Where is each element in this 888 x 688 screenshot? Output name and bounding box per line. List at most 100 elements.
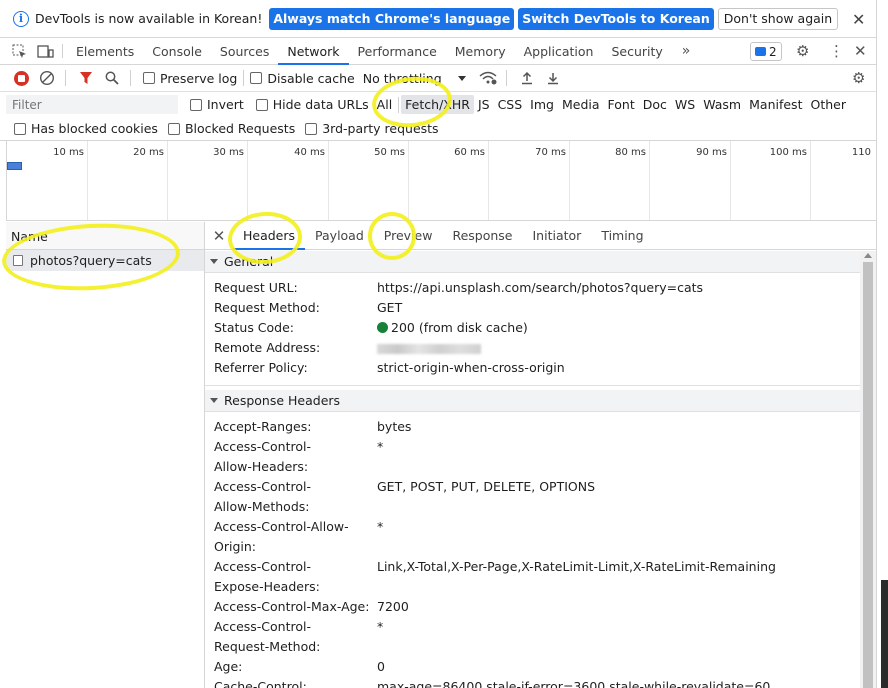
tab-initiator[interactable]: Initiator (523, 222, 592, 249)
headers-content[interactable]: General Request URL: https://api.unsplash… (205, 251, 860, 688)
filter-type-js[interactable]: JS (474, 95, 494, 114)
filter-type-other[interactable]: Other (806, 95, 850, 114)
filter-type-img[interactable]: Img (526, 95, 558, 114)
general-section-header[interactable]: General (205, 251, 860, 273)
filter-type-all[interactable]: All (373, 95, 397, 114)
divider (243, 70, 245, 86)
filter-bar-secondary: Has blocked cookies Blocked Requests 3rd… (0, 117, 876, 141)
always-match-language-button[interactable]: Always match Chrome's language (269, 7, 515, 30)
filter-type-manifest[interactable]: Manifest (745, 95, 806, 114)
gear-icon[interactable]: ⚙ (796, 42, 809, 60)
tab-application[interactable]: Application (515, 38, 603, 64)
close-icon[interactable]: ✕ (852, 10, 865, 29)
close-devtools-icon[interactable]: ✕ (854, 42, 867, 60)
tab-console[interactable]: Console (143, 38, 211, 64)
file-icon (13, 255, 23, 266)
request-details-panel: ✕ Headers Payload Preview Response Initi… (205, 222, 876, 688)
filter-type-css[interactable]: CSS (494, 95, 527, 114)
clear-icon[interactable] (35, 66, 59, 90)
redacted-address (377, 343, 481, 354)
header-row: Remote Address: (205, 338, 860, 358)
throttling-select[interactable]: No throttling (363, 71, 466, 86)
header-row: Age: 0 (214, 659, 385, 674)
inspect-element-icon[interactable] (6, 38, 32, 64)
header-row: Accept-Ranges: bytes (214, 419, 412, 434)
response-headers-section: Accept-Ranges: bytes Access-Control-Allow… (205, 412, 860, 688)
network-conditions-icon[interactable] (476, 66, 500, 90)
more-tabs-icon[interactable]: » (672, 38, 701, 64)
tab-elements[interactable]: Elements (67, 38, 143, 64)
timeline-tick: 80 ms (615, 147, 646, 158)
tab-response[interactable]: Response (442, 222, 522, 249)
filter-bar: Invert Hide data URLs All Fetch/XHR JS C… (0, 92, 876, 117)
caret-down-icon (210, 259, 218, 264)
timeline-tick: 30 ms (213, 147, 244, 158)
third-party-requests-checkbox[interactable]: 3rd-party requests (305, 121, 439, 136)
status-ok-icon (377, 322, 388, 333)
divider (62, 44, 63, 58)
filter-input[interactable] (6, 95, 178, 114)
preserve-log-checkbox[interactable]: Preserve log (143, 71, 237, 86)
disable-cache-checkbox[interactable]: Disable cache (250, 71, 355, 86)
filter-type-media[interactable]: Media (558, 95, 604, 114)
divider (398, 96, 400, 113)
chevron-down-icon (457, 75, 466, 81)
blocked-requests-checkbox[interactable]: Blocked Requests (167, 121, 295, 136)
header-row: Request Method: GET (214, 300, 403, 315)
export-har-icon[interactable] (541, 66, 565, 90)
filter-icon[interactable] (74, 66, 98, 90)
header-row: Referrer Policy: strict-origin-when-cross… (214, 360, 565, 375)
request-list: Name photos?query=cats (6, 222, 205, 688)
request-row[interactable]: photos?query=cats (6, 250, 204, 271)
tab-payload[interactable]: Payload (305, 222, 374, 249)
filter-type-doc[interactable]: Doc (639, 95, 671, 114)
name-column-header[interactable]: Name (6, 222, 204, 250)
timeline-tick: 60 ms (454, 147, 485, 158)
network-toolbar: Preserve log Disable cache No throttling… (0, 65, 876, 92)
timeline-tick: 10 ms (53, 147, 84, 158)
network-settings-gear-icon[interactable]: ⚙ (852, 69, 865, 87)
timeline-tick: 90 ms (696, 147, 727, 158)
filter-type-font[interactable]: Font (604, 95, 639, 114)
details-tab-bar: ✕ Headers Payload Preview Response Initi… (205, 222, 876, 250)
timeline-tick: 50 ms (374, 147, 405, 158)
tab-sources[interactable]: Sources (211, 38, 278, 64)
scrollbar[interactable] (860, 251, 876, 688)
filter-type-ws[interactable]: WS (671, 95, 699, 114)
hide-data-urls-checkbox[interactable]: Hide data URLs (255, 97, 369, 112)
info-icon: i (13, 10, 29, 27)
timeline-overview[interactable]: 10 ms 20 ms 30 ms 40 ms 50 ms 60 ms 70 m… (6, 141, 876, 221)
filter-type-wasm[interactable]: Wasm (699, 95, 745, 114)
response-headers-section-header[interactable]: Response Headers (205, 390, 860, 412)
tab-headers[interactable]: Headers (233, 222, 306, 250)
scrollbar-thumb[interactable] (863, 262, 873, 688)
invert-checkbox[interactable]: Invert (190, 97, 244, 112)
switch-to-korean-button[interactable]: Switch DevTools to Korean (518, 7, 714, 30)
timeline-tick: 70 ms (535, 147, 566, 158)
tab-network[interactable]: Network (278, 38, 349, 65)
filter-type-fetch-xhr[interactable]: Fetch/XHR (401, 95, 474, 114)
dont-show-again-button[interactable]: Don't show again (717, 7, 839, 30)
device-toolbar-icon[interactable] (32, 38, 58, 64)
tab-performance[interactable]: Performance (349, 38, 446, 64)
tab-timing[interactable]: Timing (591, 222, 653, 249)
close-icon[interactable]: ✕ (205, 222, 233, 249)
header-row: Cache-Control: max-age=86400,stale-if-err… (214, 679, 771, 688)
search-icon[interactable] (100, 66, 124, 90)
general-section: Request URL: https://api.unsplash.com/sea… (205, 273, 860, 386)
request-timing-bar (7, 162, 22, 170)
import-har-icon[interactable] (515, 66, 539, 90)
has-blocked-cookies-checkbox[interactable]: Has blocked cookies (14, 121, 158, 136)
tab-preview[interactable]: Preview (374, 222, 443, 249)
tab-security[interactable]: Security (602, 38, 671, 64)
divider (130, 70, 131, 86)
issues-button[interactable]: 2 (750, 42, 782, 61)
record-icon[interactable] (9, 66, 33, 90)
message-icon (755, 47, 766, 56)
tab-memory[interactable]: Memory (446, 38, 515, 64)
timeline-tick: 20 ms (133, 147, 164, 158)
more-options-icon[interactable]: ⋮ (829, 42, 844, 60)
timeline-tick: 100 ms (769, 147, 807, 158)
scroll-up-icon[interactable] (864, 253, 872, 258)
header-row: Access-Control-Max-Age: 7200 (214, 599, 409, 614)
